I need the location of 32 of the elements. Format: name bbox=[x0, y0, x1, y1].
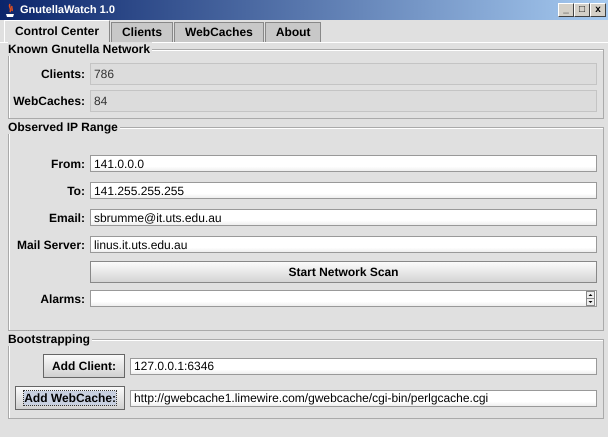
text-field[interactable]: http://gwebcache1.limewire.com/gwebcache/cgi-bin/perlgcache.cgi bbox=[130, 390, 597, 406]
tab[interactable]: About bbox=[264, 22, 322, 42]
field-label: From: bbox=[50, 156, 85, 170]
tab[interactable]: Control Center bbox=[4, 20, 110, 42]
readonly-field: 786 bbox=[90, 62, 597, 84]
field-label: Mail Server: bbox=[16, 238, 85, 252]
readonly-field: 84 bbox=[90, 90, 597, 112]
group-title: Known Gnutella Network bbox=[8, 42, 152, 56]
tab[interactable]: Clients bbox=[111, 22, 174, 42]
app-icon bbox=[4, 3, 16, 17]
field-label: WebCaches: bbox=[12, 94, 85, 108]
add-button[interactable]: Add Client: bbox=[43, 354, 125, 378]
text-field[interactable]: 141.0.0.0 bbox=[90, 155, 597, 172]
text-field[interactable]: linus.it.uts.edu.au bbox=[90, 236, 597, 253]
add-button[interactable]: Add WebCache: bbox=[15, 386, 125, 410]
field-label: Clients: bbox=[40, 66, 85, 80]
minimize-button[interactable]: _ bbox=[558, 3, 574, 17]
field-label: To: bbox=[66, 184, 85, 198]
group-title: Observed IP Range bbox=[8, 120, 120, 134]
spinner-arrows-icon[interactable] bbox=[586, 291, 595, 306]
group-title: Bootstrapping bbox=[8, 332, 92, 346]
tab[interactable]: WebCaches bbox=[174, 22, 264, 42]
text-field[interactable]: 141.255.255.255 bbox=[90, 182, 597, 199]
scan-button[interactable]: Start Network Scan bbox=[90, 260, 597, 282]
field-label: Alarms: bbox=[39, 292, 85, 306]
window-title: GnutellaWatch 1.0 bbox=[20, 4, 116, 16]
close-button[interactable]: x bbox=[590, 3, 606, 17]
text-field[interactable]: sbrumme@it.uts.edu.au bbox=[90, 209, 597, 226]
text-field[interactable]: 127.0.0.1:6346 bbox=[130, 358, 597, 374]
field-label: Email: bbox=[48, 210, 85, 224]
spinner-field[interactable] bbox=[90, 290, 597, 307]
maximize-button[interactable]: □ bbox=[574, 3, 590, 17]
